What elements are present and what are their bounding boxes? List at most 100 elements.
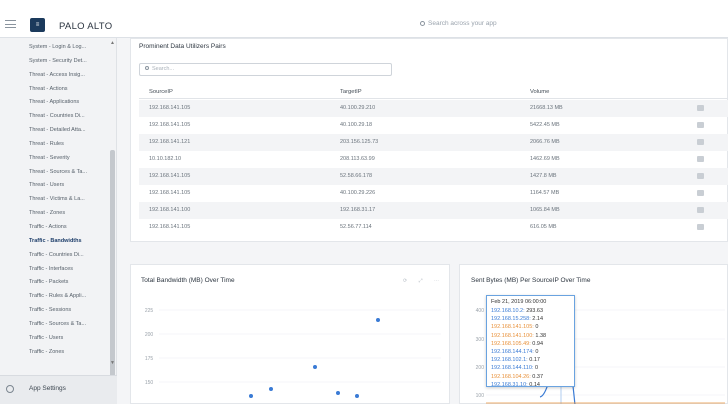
sidebar-item[interactable]: Threat - Victims & La... [0, 193, 110, 207]
sidebar-item[interactable]: Traffic - Countries Di... [0, 249, 110, 263]
table-cell: 2066.76 MB [530, 139, 560, 145]
sidebar-item[interactable]: Threat - Detailed Atta... [0, 124, 110, 138]
tooltip-row: 192.168.141.100: 1.38 [491, 333, 570, 341]
search-row-icon[interactable] [697, 224, 704, 230]
y-tick-label: 225 [145, 308, 154, 314]
table-cell: 192.168.31.17 [340, 207, 376, 213]
search-row-icon[interactable] [697, 156, 704, 162]
table-cell: 192.168.141.105 [149, 224, 191, 230]
data-point[interactable] [376, 318, 380, 322]
tooltip-row: 192.168.31.10: 0.14 [491, 382, 570, 390]
top-bar: ≡ PALO ALTO Search across your app [0, 0, 728, 38]
data-point[interactable] [313, 365, 317, 369]
sidebar-item[interactable]: Traffic - Bandwidths [0, 235, 110, 249]
sidebar-item[interactable]: Threat - Applications [0, 96, 110, 110]
data-point[interactable] [269, 387, 273, 391]
table-cell: 192.168.141.105 [149, 190, 191, 196]
sidebar-item[interactable]: Threat - Zones [0, 207, 110, 221]
sidebar-item[interactable]: Traffic - Actions [0, 221, 110, 235]
y-tick-label: 400 [476, 308, 485, 314]
tooltip-ip: 192.168.144.110: [491, 365, 534, 372]
search-row-icon[interactable] [697, 139, 704, 145]
gear-icon [6, 385, 14, 393]
tooltip-row: 192.168.104.26: 0.37 [491, 374, 570, 382]
table-row[interactable]: 192.168.141.105 40.100.29.18 5422.45 MB [139, 117, 728, 134]
tooltip-value: 1.38 [535, 332, 547, 339]
tooltip-value: 0 [535, 324, 539, 331]
tooltip-value: 0.94 [532, 340, 544, 347]
column-header-targetip[interactable]: TargetIP [340, 89, 362, 95]
column-header-volume[interactable]: Volume [530, 89, 549, 95]
table-cell: 52.58.66.178 [340, 173, 373, 179]
table-cell: 52.56.77.114 [340, 224, 372, 230]
tooltip-ip: 192.168.104.26: [491, 373, 531, 380]
table-cell: 616.05 MB [530, 224, 557, 230]
table-row[interactable]: 10.10.182.10 208.113.63.99 1462.69 MB [139, 151, 728, 168]
tooltip-row: 192.168.141.105: 0 [491, 324, 570, 332]
sidebar-item[interactable]: Threat - Users [0, 179, 110, 193]
bandwidth-chart: 225 200 175 150 [145, 308, 441, 398]
sidebar-item[interactable]: Threat - Access Insig... [0, 69, 110, 83]
table-row[interactable]: 192.168.141.105 52.56.77.114 616.05 MB [139, 219, 728, 236]
y-tick-label: 200 [145, 332, 154, 338]
tooltip-ip: 192.168.102.1: [491, 357, 528, 364]
table-row[interactable]: 192.168.141.105 40.100.29.210 21668.13 MB [139, 100, 728, 117]
app-settings-label: App Settings [29, 385, 66, 392]
search-row-icon[interactable] [697, 190, 704, 196]
app-settings-button[interactable]: App Settings [0, 375, 117, 404]
sidebar: ▲ System - Login & Log... System - Securi… [0, 38, 117, 404]
table-row[interactable]: 192.168.141.105 40.100.29.226 1164.57 MB [139, 185, 728, 202]
tooltip-row: 192.168.102.1: 0.17 [491, 357, 570, 365]
sidebar-item[interactable]: Traffic - Sources & Ta... [0, 318, 110, 332]
total-bandwidth-panel: Total Bandwidth (MB) Over Time ⟳ ⤢ ⋯ 225… [130, 264, 450, 404]
sidebar-item[interactable]: Traffic - Rules & Appli... [0, 290, 110, 304]
sidebar-item[interactable]: Traffic - Interfaces [0, 263, 110, 277]
table-cell: 5422.45 MB [530, 122, 560, 128]
tooltip-date: Feb 21, 2019 06:00:00 [491, 299, 547, 305]
data-point[interactable] [355, 394, 359, 398]
tooltip-value: 0.17 [529, 357, 540, 364]
tooltip-value: 2.14 [532, 316, 544, 323]
sidebar-nav: System - Login & Log... System - Security… [0, 41, 110, 359]
sidebar-item[interactable]: Traffic - Zones [0, 346, 110, 360]
data-point[interactable] [336, 391, 340, 395]
sidebar-item[interactable]: Traffic - Sessions [0, 304, 110, 318]
tooltip-ip: 192.168.31.10: [491, 381, 528, 388]
global-search-input[interactable]: Search across your app [420, 20, 620, 32]
data-point[interactable] [249, 394, 253, 398]
y-tick-label: 300 [476, 337, 485, 343]
tooltip-row: 192.168.15.258: 2.14 [491, 316, 570, 324]
tooltip-rows: 192.168.10.2: 293.63 192.168.15.258: 2.14… [491, 308, 570, 390]
data-utilizers-panel: Prominent Data Utilizers Pairs Search...… [130, 38, 728, 242]
table-cell: 192.168.141.105 [149, 173, 191, 179]
sidebar-item[interactable]: Threat - Sources & Ta... [0, 166, 110, 180]
sidebar-item[interactable]: System - Security Det... [0, 55, 110, 69]
sidebar-item[interactable]: Threat - Actions [0, 83, 110, 97]
table-row[interactable]: 192.168.141.100 192.168.31.17 1065.84 MB [139, 202, 728, 219]
sidebar-item[interactable]: Traffic - Users [0, 332, 110, 346]
tooltip-row: 192.168.10.2: 293.63 [491, 308, 570, 316]
sidebar-item[interactable]: Threat - Severity [0, 152, 110, 166]
y-tick-label: 175 [145, 356, 154, 362]
search-icon [420, 21, 425, 26]
tooltip-ip: 192.168.141.105: [491, 324, 534, 331]
table-header: SourceIP TargetIP Volume [139, 87, 728, 99]
table-row[interactable]: 192.168.141.121 203.156.125.73 2066.76 MB [139, 134, 728, 151]
sidebar-item[interactable]: Threat - Rules [0, 138, 110, 152]
search-row-icon[interactable] [697, 105, 704, 111]
column-header-sourceip[interactable]: SourceIP [149, 89, 173, 95]
search-row-icon[interactable] [697, 207, 704, 213]
tooltip-ip: 192.168.141.100: [491, 332, 534, 339]
table-cell: 1462.69 MB [530, 156, 560, 162]
sidebar-item[interactable]: Traffic - Packets [0, 276, 110, 290]
search-row-icon[interactable] [697, 122, 704, 128]
scroll-down-icon[interactable]: ▼ [110, 360, 115, 366]
search-icon [145, 66, 149, 70]
table-row[interactable]: 192.168.141.105 52.58.66.178 1427.8 MB [139, 168, 728, 185]
sidebar-item[interactable]: System - Login & Log... [0, 41, 110, 55]
sidebar-item[interactable]: Threat - Countries Di... [0, 110, 110, 124]
scroll-up-icon[interactable]: ▲ [110, 40, 115, 46]
table-search-input[interactable]: Search... [139, 63, 392, 76]
menu-icon[interactable] [5, 20, 16, 28]
search-row-icon[interactable] [697, 173, 704, 179]
